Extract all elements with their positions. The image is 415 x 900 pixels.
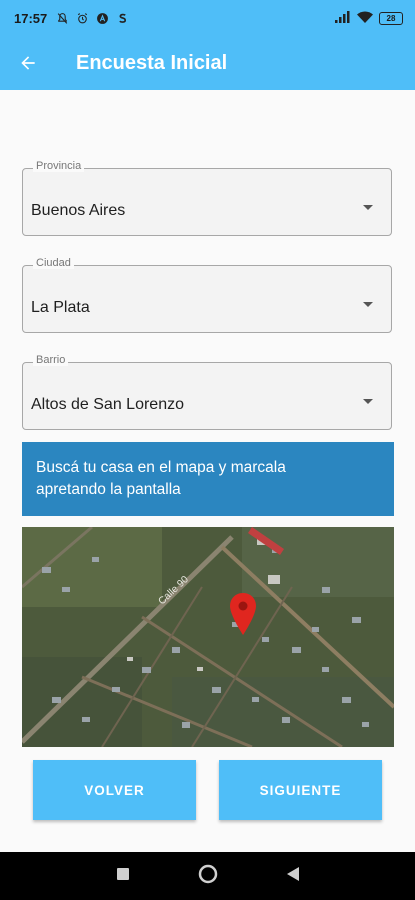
back-button-bottom[interactable]: VOLVER — [33, 760, 196, 820]
provincia-label: Provincia — [33, 160, 85, 172]
status-time: 17:57 — [14, 10, 48, 26]
provincia-value: Buenos Aires — [31, 202, 126, 219]
alarm-icon — [75, 11, 89, 25]
dropdown-arrow-icon — [363, 205, 373, 210]
dropdown-arrow-icon — [363, 302, 373, 307]
signal-icon — [335, 10, 351, 26]
wifi-icon — [357, 11, 373, 26]
battery-level: 28 — [386, 13, 396, 23]
dropdown-arrow-icon — [363, 399, 373, 404]
home-icon[interactable] — [198, 864, 218, 889]
app-s-icon — [115, 11, 129, 25]
instruction-line-1: Buscá tu casa en el mapa y marcala — [36, 459, 286, 476]
barrio-value: Altos de San Lorenzo — [31, 396, 184, 413]
system-nav-bar — [0, 852, 415, 900]
provincia-select[interactable]: Provincia Buenos Aires — [22, 160, 392, 236]
barrio-label: Barrio — [33, 354, 69, 366]
ciudad-value: La Plata — [31, 299, 90, 316]
notifications-off-icon — [55, 11, 69, 25]
recents-icon[interactable] — [116, 867, 130, 886]
app-a-icon — [95, 11, 109, 25]
page-title: Encuesta Inicial — [76, 51, 228, 74]
ciudad-select[interactable]: Ciudad La Plata — [22, 257, 392, 333]
barrio-select[interactable]: Barrio Altos de San Lorenzo — [22, 354, 392, 430]
status-bar: 17:57 28 — [0, 0, 415, 36]
instruction-banner: Buscá tu casa en el mapa y marcala apret… — [22, 442, 394, 516]
app-bar: Encuesta Inicial — [0, 36, 415, 90]
back-nav-icon[interactable] — [286, 866, 300, 887]
ciudad-label: Ciudad — [33, 257, 74, 269]
instruction-line-2: apretando la pantalla — [36, 481, 181, 498]
satellite-map[interactable]: Calle 90 — [22, 527, 394, 747]
map-marker-icon — [230, 593, 256, 635]
battery-icon: 28 — [379, 11, 403, 25]
back-button[interactable] — [0, 36, 56, 90]
arrow-back-icon — [21, 56, 35, 70]
next-button[interactable]: SIGUIENTE — [219, 760, 382, 820]
